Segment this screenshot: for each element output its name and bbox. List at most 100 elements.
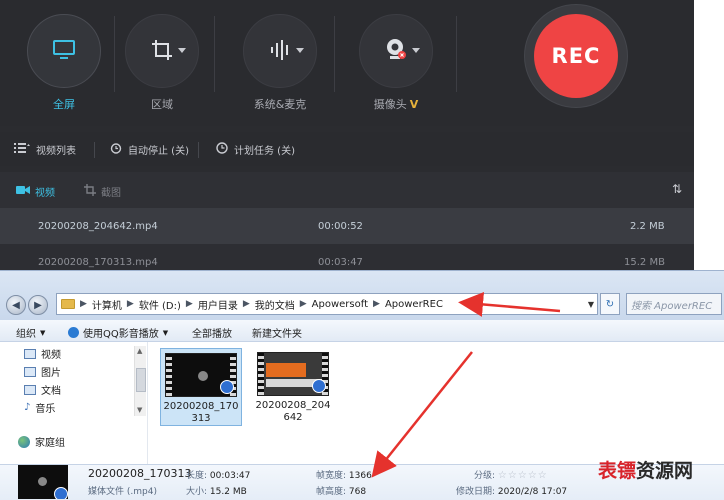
file-size: 15.2 MB <box>624 257 665 268</box>
chevron-down-icon[interactable] <box>412 48 420 53</box>
refresh-button[interactable]: ↻ <box>600 293 620 315</box>
chevron-right-icon: ▶ <box>126 299 134 309</box>
fullscreen-button[interactable] <box>27 14 101 88</box>
scroll-thumb[interactable] <box>136 368 146 392</box>
details-length: 长度: 00:03:47 <box>186 471 251 481</box>
chevron-right-icon: ▶ <box>80 299 87 309</box>
play-with-qq-label: 使用QQ影音播放 <box>83 329 159 340</box>
tab-video-label: 视频 <box>35 188 55 199</box>
folder-icon <box>61 299 75 309</box>
monitor-icon <box>52 39 76 64</box>
scroll-up-icon[interactable]: ▲ <box>137 347 142 355</box>
details-frame-height: 帧高度: 768 <box>316 487 367 497</box>
breadcrumb-item[interactable]: 计算机 <box>92 297 122 312</box>
watermark: 表镖资源网 <box>598 460 694 482</box>
organize-button[interactable]: 组织 ▼ <box>16 325 46 341</box>
nav-item-label: 文档 <box>41 386 61 397</box>
chevron-down-icon[interactable] <box>296 48 304 53</box>
rec-button[interactable]: REC <box>534 14 618 98</box>
video-list-label: 视频列表 <box>36 146 76 157</box>
tool-label: 全屏 <box>53 98 75 111</box>
sort-icon[interactable]: ⇅ <box>672 182 682 196</box>
file-name: 20200208_170313.mp4 <box>38 257 158 268</box>
tool-label: 系统&麦克 <box>253 98 307 111</box>
play-with-qq-button[interactable]: 使用QQ影音播放 ▼ <box>68 325 168 340</box>
arrow-right-icon: ▶ <box>34 299 42 311</box>
video-camera-icon <box>16 185 30 198</box>
tool-audio[interactable]: 系统&麦克 <box>240 14 320 112</box>
breadcrumb-item[interactable]: 我的文档 <box>255 297 295 312</box>
homegroup-icon <box>18 435 30 448</box>
auto-stop-label: 自动停止 (关) <box>128 146 189 157</box>
background-strip <box>694 0 724 270</box>
nav-item-document[interactable]: 文档 <box>24 382 61 397</box>
chevron-right-icon: ▶ <box>185 299 193 309</box>
toolbar-divider <box>114 16 115 92</box>
thumbnail-content <box>198 371 208 381</box>
command-bar: 组织 ▼ 使用QQ影音播放 ▼ 全部播放 新建文件夹 <box>0 320 724 342</box>
details-size: 大小: 15.2 MB <box>186 487 247 497</box>
breadcrumb-item[interactable]: 软件 (D:) <box>139 297 181 312</box>
details-type: 媒体文件 (.mp4) <box>88 487 157 497</box>
organize-label: 组织 <box>16 329 36 340</box>
chevron-right-icon: ▶ <box>373 299 380 309</box>
audio-wave-icon <box>268 38 292 65</box>
new-folder-button[interactable]: 新建文件夹 <box>252 325 302 340</box>
file-item[interactable]: 20200208_204642 <box>252 348 334 426</box>
toolbar-divider <box>456 16 457 92</box>
tool-label: 摄像头 V <box>373 98 419 111</box>
address-dropdown[interactable]: ▼ <box>584 294 598 314</box>
file-item-name: 20200208_204642 <box>255 400 331 423</box>
breadcrumb-item[interactable]: 用户目录 <box>198 297 238 312</box>
search-input[interactable]: 搜索 ApowerREC <box>626 293 722 315</box>
qq-player-icon <box>220 380 234 394</box>
arrow-left-icon: ◀ <box>12 299 20 311</box>
tab-screenshot[interactable]: 截图 <box>84 184 121 199</box>
scroll-down-icon[interactable]: ▼ <box>137 406 142 414</box>
nav-item-picture[interactable]: 图片 <box>24 364 61 379</box>
play-all-button[interactable]: 全部播放 <box>192 325 232 340</box>
forward-button[interactable]: ▶ <box>28 295 48 315</box>
file-item[interactable]: 20200208_170313 <box>160 348 242 426</box>
file-row[interactable]: 20200208_204642.mp4 00:00:52 2.2 MB <box>0 208 694 244</box>
subbar-divider <box>198 142 199 158</box>
list-icon <box>14 143 30 156</box>
region-button[interactable] <box>125 14 199 88</box>
navigation-pane: 视频 图片 文档 ♪ 音乐 家庭组 ▲ ▼ <box>0 342 148 464</box>
toolbar-divider <box>334 16 335 92</box>
chevron-down-icon: ▼ <box>40 328 46 337</box>
chevron-right-icon: ▶ <box>299 299 307 309</box>
video-library-icon <box>24 348 36 359</box>
nav-item-music[interactable]: ♪ 音乐 <box>24 400 55 415</box>
media-tabs: 视频 截图 ⇅ <box>0 172 694 208</box>
file-item-name: 20200208_170313 <box>163 401 239 424</box>
chevron-down-icon: ▼ <box>162 328 169 337</box>
tool-region[interactable]: 区域 <box>122 14 202 112</box>
video-list-button[interactable]: 视频列表 <box>14 142 76 157</box>
nav-item-homegroup[interactable]: 家庭组 <box>18 434 65 449</box>
rating-stars[interactable]: ☆☆☆☆☆ <box>498 470 548 481</box>
nav-scrollbar[interactable]: ▲ ▼ <box>134 346 146 416</box>
subbar-divider <box>94 142 95 158</box>
document-library-icon <box>24 384 36 395</box>
chevron-right-icon: ▶ <box>242 299 250 309</box>
tab-video[interactable]: 视频 <box>16 184 55 199</box>
audio-button[interactable] <box>243 14 317 88</box>
auto-stop-button[interactable]: 自动停止 (关) <box>110 142 189 157</box>
crop-icon <box>84 184 96 199</box>
chevron-down-icon: ▼ <box>587 299 595 309</box>
tool-fullscreen[interactable]: 全屏 <box>24 14 104 112</box>
chevron-down-icon[interactable] <box>178 48 186 53</box>
nav-item-label: 图片 <box>41 368 61 379</box>
details-title: 20200208_170313 <box>88 467 192 480</box>
schedule-button[interactable]: 计划任务 (关) <box>216 142 295 157</box>
tool-webcam[interactable]: 摄像头 V <box>356 14 436 112</box>
back-button[interactable]: ◀ <box>6 295 26 315</box>
details-modified: 修改日期: 2020/2/8 17:07 <box>456 487 568 497</box>
breadcrumb-item[interactable]: ApowerREC <box>385 299 443 310</box>
nav-item-video[interactable]: 视频 <box>24 346 61 361</box>
webcam-button[interactable] <box>359 14 433 88</box>
address-bar[interactable]: ▶ 计算机 ▶ 软件 (D:) ▶ 用户目录 ▶ 我的文档 ▶ Apowerso… <box>56 293 598 315</box>
breadcrumb-item[interactable]: Apowersoft <box>312 299 368 310</box>
qq-player-icon <box>312 379 326 393</box>
